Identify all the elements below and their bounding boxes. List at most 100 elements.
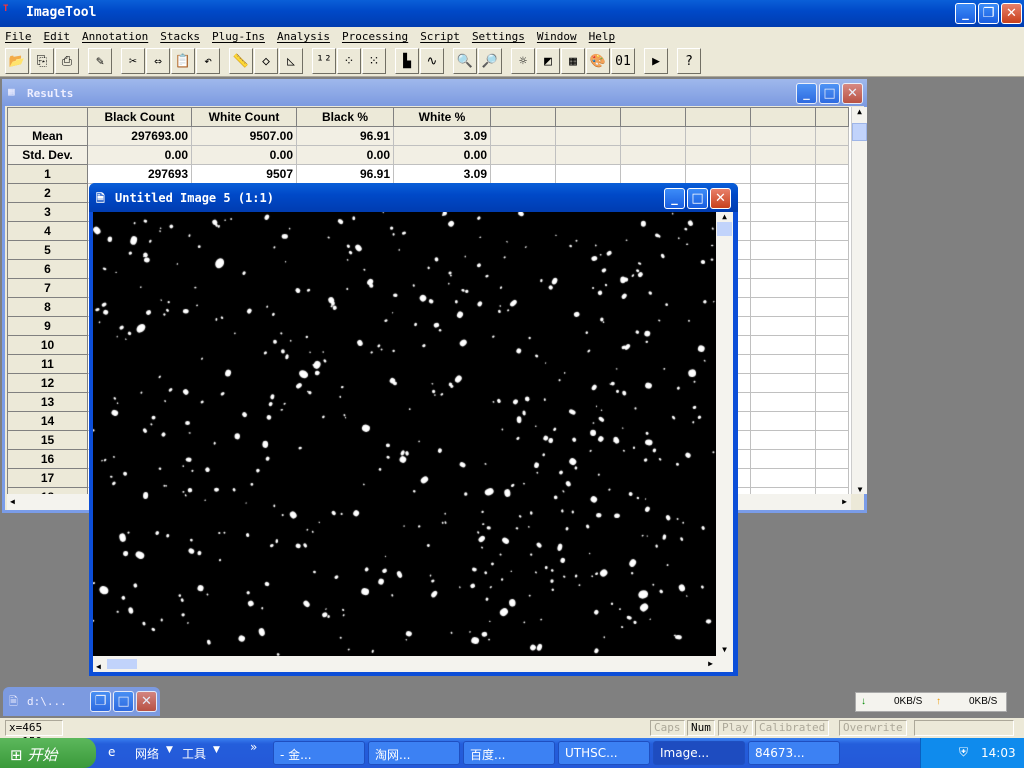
menu-settings[interactable]: Settings xyxy=(472,30,525,43)
zoom-out-button[interactable]: 🔎 xyxy=(478,48,502,74)
column-header[interactable] xyxy=(490,107,556,127)
table-cell[interactable]: 3.09 xyxy=(393,164,491,184)
print-button[interactable]: ⎙ xyxy=(55,48,79,74)
table-cell[interactable] xyxy=(815,468,849,488)
row-label[interactable]: 13 xyxy=(7,392,88,412)
row-label[interactable]: 2 xyxy=(7,183,88,203)
table-cell[interactable] xyxy=(815,202,849,222)
binary-image-canvas[interactable] xyxy=(93,212,716,656)
row-label[interactable]: 17 xyxy=(7,468,88,488)
table-cell[interactable] xyxy=(750,202,816,222)
table-cell[interactable] xyxy=(685,126,751,146)
table-cell[interactable]: 0.00 xyxy=(191,145,297,165)
table-cell[interactable] xyxy=(815,411,849,431)
results-vertical-scrollbar[interactable]: ▲ ▼ xyxy=(851,107,867,494)
shield-icon[interactable]: ⛨ xyxy=(959,745,968,760)
row-label[interactable]: 4 xyxy=(7,221,88,241)
column-header[interactable] xyxy=(555,107,621,127)
pencil-button[interactable]: ✎ xyxy=(88,48,112,74)
table-cell[interactable] xyxy=(815,297,849,317)
chevron-icon[interactable]: » xyxy=(250,740,257,754)
row-label[interactable]: 8 xyxy=(7,297,88,317)
task-2[interactable]: 淘网... xyxy=(368,741,460,765)
table-cell[interactable] xyxy=(620,126,686,146)
table-cell[interactable] xyxy=(815,373,849,393)
table-cell[interactable] xyxy=(555,145,621,165)
table-cell[interactable] xyxy=(815,145,849,165)
table-cell[interactable]: 0.00 xyxy=(296,145,394,165)
cut-button[interactable]: ✂ xyxy=(121,48,145,74)
min-close-button[interactable]: ✕ xyxy=(136,691,157,712)
dropdown-icon[interactable]: ▼ xyxy=(213,745,220,755)
column-header[interactable] xyxy=(620,107,686,127)
table-cell[interactable] xyxy=(750,411,816,431)
row-label[interactable]: 9 xyxy=(7,316,88,336)
table-cell[interactable]: 297693.00 xyxy=(87,126,192,146)
table-cell[interactable] xyxy=(555,126,621,146)
objects-button[interactable]: ⁙ xyxy=(362,48,386,74)
column-header[interactable]: White % xyxy=(393,107,491,127)
table-cell[interactable] xyxy=(750,335,816,355)
table-cell[interactable]: 96.91 xyxy=(296,126,394,146)
count-button[interactable]: ¹² xyxy=(312,48,336,74)
table-cell[interactable] xyxy=(620,164,686,184)
table-cell[interactable] xyxy=(815,164,849,184)
row-label[interactable]: 12 xyxy=(7,373,88,393)
angle-button[interactable]: ◺ xyxy=(279,48,303,74)
clock[interactable]: 14:03 xyxy=(981,746,1016,760)
table-cell[interactable] xyxy=(750,316,816,336)
profile-button[interactable]: ∿ xyxy=(420,48,444,74)
dropdown-icon[interactable]: ▼ xyxy=(166,745,173,755)
table-cell[interactable] xyxy=(815,126,849,146)
table-cell[interactable] xyxy=(750,392,816,412)
table-cell[interactable] xyxy=(750,278,816,298)
row-label[interactable]: 11 xyxy=(7,354,88,374)
column-header[interactable] xyxy=(685,107,751,127)
undo-button[interactable]: ↶ xyxy=(196,48,220,74)
row-label[interactable]: 1 xyxy=(7,164,88,184)
row-label[interactable]: 15 xyxy=(7,430,88,450)
column-header[interactable]: White Count xyxy=(191,107,297,127)
row-label[interactable]: 3 xyxy=(7,202,88,222)
table-cell[interactable] xyxy=(490,145,556,165)
task-6[interactable]: 84673... xyxy=(748,741,840,765)
start-button[interactable]: ⊞ 开始 xyxy=(0,738,96,768)
column-header[interactable]: Black Count xyxy=(87,107,192,127)
task-imagetool[interactable]: Image... xyxy=(653,741,745,765)
table-cell[interactable] xyxy=(815,183,849,203)
paste-button[interactable]: 📋 xyxy=(171,48,195,74)
table-cell[interactable] xyxy=(815,259,849,279)
image-maximize-button[interactable]: □ xyxy=(687,188,708,209)
ruler-button[interactable]: 📏 xyxy=(229,48,253,74)
menu-help[interactable]: Help xyxy=(589,30,616,43)
histogram-button[interactable]: ▙ xyxy=(395,48,419,74)
column-header[interactable] xyxy=(750,107,816,127)
close-button[interactable]: ✕ xyxy=(1001,3,1022,24)
row-label[interactable]: Mean xyxy=(7,126,88,146)
table-cell[interactable] xyxy=(490,164,556,184)
zoom-in-button[interactable]: 🔍 xyxy=(453,48,477,74)
image-minimize-button[interactable]: _ xyxy=(664,188,685,209)
play-button[interactable]: ▶ xyxy=(644,48,668,74)
minimize-button[interactable]: _ xyxy=(955,3,976,24)
table-cell[interactable] xyxy=(620,145,686,165)
help-button[interactable]: ? xyxy=(677,48,701,74)
contrast-button[interactable]: ◩ xyxy=(536,48,560,74)
row-label[interactable]: Std. Dev. xyxy=(7,145,88,165)
table-cell[interactable] xyxy=(555,164,621,184)
table-cell[interactable] xyxy=(490,126,556,146)
menu-file[interactable]: File xyxy=(5,30,32,43)
table-cell[interactable] xyxy=(750,183,816,203)
quick-tools[interactable]: 工具 xyxy=(182,745,206,762)
column-header[interactable] xyxy=(815,107,849,127)
menu-processing[interactable]: Processing xyxy=(342,30,408,43)
results-maximize-button[interactable]: □ xyxy=(819,83,840,104)
copy-button[interactable]: ⎘ xyxy=(30,48,54,74)
calculator-button[interactable]: ▦ xyxy=(561,48,585,74)
freehand-button[interactable]: ◇ xyxy=(254,48,278,74)
table-cell[interactable]: 9507 xyxy=(191,164,297,184)
image-horizontal-scrollbar[interactable]: ◀ ▶ xyxy=(93,656,733,672)
restore-button[interactable]: ❐ xyxy=(978,3,999,24)
quick-network[interactable]: 网络 xyxy=(135,745,159,762)
flip-button[interactable]: ⇔ xyxy=(146,48,170,74)
